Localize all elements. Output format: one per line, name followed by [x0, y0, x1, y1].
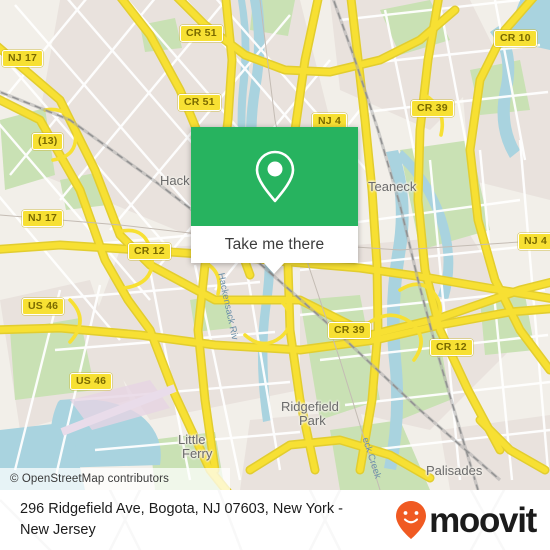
road-shield: CR 12: [430, 339, 473, 356]
road-shield: NJ 4: [518, 233, 550, 250]
road-shield: CR 51: [180, 25, 223, 42]
place-label: Ridgefield: [281, 399, 339, 414]
moovit-pin-smiley-icon: [396, 501, 427, 539]
moovit-logo[interactable]: moovit: [394, 500, 537, 540]
road-shield: NJ 17: [22, 210, 64, 227]
road-shield: CR 39: [328, 322, 371, 339]
place-label: Teaneck: [368, 179, 417, 194]
road-shield: CR 51: [178, 94, 221, 111]
osm-attribution[interactable]: © OpenStreetMap contributors: [0, 468, 230, 490]
osm-attribution-text: © OpenStreetMap contributors: [10, 473, 169, 485]
map-pin-icon: [255, 150, 294, 202]
popup-action-bar[interactable]: Take me there: [191, 226, 358, 263]
footer-bar: 296 Ridgefield Ave, Bogota, NJ 07603, Ne…: [0, 490, 550, 550]
road-shield: CR 10: [494, 30, 537, 47]
map-canvas[interactable]: NJ 17 CR 51 CR 51 CR 10 CR 39 NJ 4 (13) …: [0, 0, 550, 490]
location-popup-card[interactable]: Take me there: [191, 127, 358, 274]
place-label: Park: [299, 413, 326, 428]
address-text: 296 Ridgefield Ave, Bogota, NJ 07603, Ne…: [20, 501, 343, 538]
place-label: Palisades: [426, 463, 483, 478]
popup-tail: [263, 262, 285, 274]
place-label: Hack: [160, 173, 190, 188]
take-me-there-label: Take me there: [224, 235, 325, 253]
popup-image-area: [191, 127, 358, 226]
road-shield: CR 39: [411, 100, 454, 117]
moovit-map-screenshot: NJ 17 CR 51 CR 51 CR 10 CR 39 NJ 4 (13) …: [0, 0, 550, 550]
road-shield: (13): [32, 133, 64, 150]
road-shield: NJ 17: [2, 50, 44, 67]
place-label: Ferry: [182, 446, 213, 461]
road-shield: US 46: [70, 373, 113, 390]
road-shield: US 46: [22, 298, 65, 315]
moovit-wordmark: moovit: [429, 500, 537, 540]
place-label: Little: [178, 432, 206, 447]
road-shield: CR 12: [128, 243, 171, 260]
